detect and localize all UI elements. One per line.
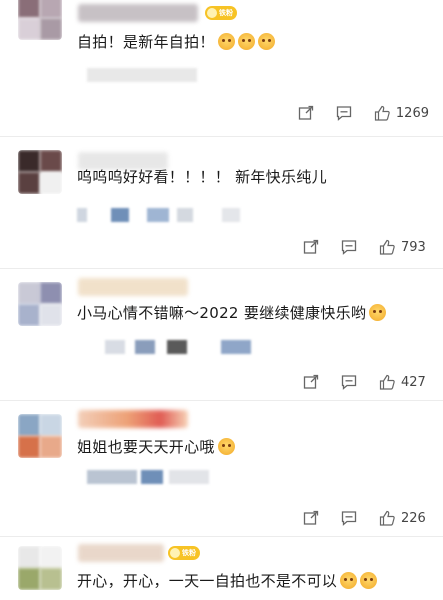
smile-emoji (369, 304, 387, 321)
comment-item: 铁粉 自拍！是新年自拍！ 1269 (0, 0, 443, 130)
thumbs-up-icon[interactable] (379, 239, 395, 255)
share-icon[interactable] (298, 105, 314, 121)
reply-preview-blurred[interactable] (77, 470, 227, 484)
thumbs-up-icon[interactable] (379, 510, 395, 526)
comment-actions: 427 (281, 372, 429, 392)
username-blurred[interactable] (78, 410, 188, 428)
share-icon[interactable] (303, 510, 319, 526)
username-blurred[interactable] (78, 544, 164, 562)
reply-preview-blurred[interactable] (77, 208, 247, 222)
avatar[interactable] (18, 150, 62, 194)
comment-actions: 793 (281, 237, 429, 257)
fan-badge: 铁粉 (168, 546, 200, 560)
share-icon[interactable] (303, 374, 319, 390)
comment-icon[interactable] (336, 105, 352, 121)
dog-emoji (237, 33, 255, 50)
comment-actions: 1269 (276, 103, 429, 123)
dog-emoji (257, 33, 275, 50)
thumbs-up-icon[interactable] (374, 105, 390, 121)
avatar[interactable] (18, 546, 62, 590)
comment-text: 姐姐也要天天开心哦 (77, 436, 235, 457)
like-count: 427 (401, 374, 426, 390)
comment-icon[interactable] (341, 374, 357, 390)
comment-icon[interactable] (341, 239, 357, 255)
reply-preview-blurred[interactable] (77, 68, 227, 82)
username-blurred[interactable] (78, 4, 198, 22)
comment-item: 铁粉 开心，开心，一天一自拍也不是不可以 (0, 540, 443, 600)
comment-item: 小马心情不错嘛～2022 要继续健康快乐哟 427 (0, 276, 443, 396)
comment-actions: 226 (281, 508, 429, 528)
comment-item: 姐姐也要天天开心哦 226 (0, 408, 443, 528)
like-count: 793 (401, 239, 426, 255)
fan-badge: 铁粉 (205, 6, 237, 20)
comment-text: 呜呜呜好好看！！！！ 新年快乐纯儿 (77, 168, 327, 186)
comment-icon[interactable] (341, 510, 357, 526)
dog-emoji (217, 33, 235, 50)
avatar[interactable] (18, 0, 62, 40)
divider (0, 536, 443, 537)
like-count: 226 (401, 510, 426, 526)
username-blurred[interactable] (78, 278, 188, 296)
like-count: 1269 (395, 105, 429, 121)
avatar[interactable] (18, 282, 62, 326)
comment-text: 开心，开心，一天一自拍也不是不可以 (77, 570, 378, 591)
divider (0, 268, 443, 269)
reply-preview-blurred[interactable] (77, 340, 267, 354)
divider (0, 136, 443, 137)
dog-emoji (360, 572, 378, 589)
heart-eyes-emoji (217, 438, 235, 455)
comment-text: 自拍！是新年自拍！ (77, 31, 275, 52)
comment-item: 呜呜呜好好看！！！！ 新年快乐纯儿 793 (0, 146, 443, 266)
avatar[interactable] (18, 414, 62, 458)
thumbs-up-icon[interactable] (379, 374, 395, 390)
share-icon[interactable] (303, 239, 319, 255)
comment-text: 小马心情不错嘛～2022 要继续健康快乐哟 (77, 302, 387, 323)
dog-emoji (340, 572, 358, 589)
divider (0, 400, 443, 401)
